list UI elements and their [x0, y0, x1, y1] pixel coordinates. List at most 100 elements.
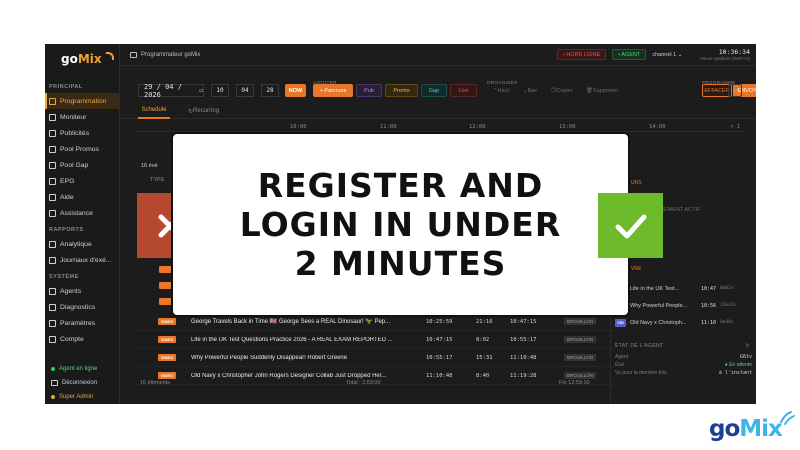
- sidebar-item-assistance[interactable]: Assistance: [45, 205, 119, 221]
- sidebar-item-label: Pool Gap: [60, 161, 89, 169]
- sidebar-item-journaux[interactable]: Journaux d'exé...: [45, 252, 119, 268]
- sidebar-item-pool-gap[interactable]: Pool Gap: [45, 157, 119, 173]
- sidebar-item-analytique[interactable]: Analytique: [45, 236, 119, 252]
- checkmark-icon: [598, 193, 663, 258]
- table-row[interactable]: VIDEO Why Powerful People Suddenly Disap…: [136, 349, 614, 367]
- move-down-button[interactable]: ⌄ Bas: [518, 84, 542, 97]
- sidebar-item-publicites[interactable]: Publicités: [45, 125, 119, 141]
- timeline-nav[interactable]: < 1: [730, 124, 740, 130]
- upcoming-item[interactable]: Life in the UK Test... 10:47 8m02s: [611, 280, 756, 297]
- channel-select[interactable]: channel 1 ⌄: [652, 52, 682, 58]
- row-end: 10:55:17: [510, 336, 537, 343]
- trash-icon: 🗑: [585, 87, 593, 94]
- sidebar-item-label: Agents: [60, 287, 82, 295]
- online-dot-icon: [51, 367, 55, 371]
- kv-key: Agent: [615, 354, 629, 360]
- sidebar-item-label: EPG: [60, 177, 75, 185]
- row-start: 10:25:59: [426, 318, 453, 325]
- table-footer: 16 éléments Total : 2:53:00 Fin 12:59:10: [136, 380, 614, 392]
- tab-recurring[interactable]: ↻ Recurring: [188, 103, 219, 119]
- add-gap-button[interactable]: Gap: [421, 84, 447, 97]
- status-badge: BROUILLON: [564, 336, 597, 343]
- user-icon: [49, 335, 56, 343]
- sidebar-item-pool-promos[interactable]: Pool Promos: [45, 141, 119, 157]
- upcoming-title: Life in the UK Test...: [630, 285, 680, 292]
- agent-online-status: Agent en ligne: [45, 362, 120, 376]
- kv-value: G6tv: [739, 354, 752, 360]
- move-up-button[interactable]: ⌃ Haut: [487, 84, 515, 97]
- timeline-tick: 10:00: [290, 124, 307, 130]
- role-dot-icon: [51, 395, 55, 399]
- timeline-ruler: 10:00 11:00 12:00 13:00 14:00 < 1: [136, 122, 745, 132]
- upcoming-duration: 8m40s: [720, 320, 734, 325]
- row-end: 11:19:28: [510, 372, 537, 379]
- more-options-button[interactable]: ···: [728, 84, 742, 97]
- sidebar-item-moniteur[interactable]: Moniteur: [45, 109, 119, 125]
- date-input[interactable]: 29 / 04 / 2026 ▭: [138, 82, 204, 99]
- add-live-button[interactable]: Live: [450, 84, 477, 97]
- brand-mix: Mix: [739, 416, 783, 442]
- logo-go: go: [61, 52, 78, 66]
- sidebar-item-label: Compte: [60, 335, 84, 343]
- sidebar-item-diagnostics[interactable]: Diagnostics: [45, 299, 119, 315]
- total-duration: Total : 2:53:00: [346, 380, 381, 386]
- agent-kv: État ● En attente: [611, 361, 756, 369]
- agent-kv: Agent G6tv: [611, 353, 756, 361]
- brand-go: go: [709, 416, 740, 442]
- upcoming-item[interactable]: VID Old Navy x Christoph... 11:10 8m40s: [611, 314, 756, 331]
- event-count: 16 évé: [141, 163, 158, 169]
- row-start: 10:55:17: [426, 354, 453, 361]
- add-parcours-button[interactable]: + Parcours: [313, 84, 353, 97]
- folder-icon: [130, 51, 137, 58]
- refresh-icon[interactable]: ↻: [745, 343, 750, 349]
- end-time: Fin 12:59:10: [559, 380, 590, 386]
- schedule-toolbar: 29 / 04 / 2026 ▭ 10 04 28 NOW AJOUTER + P…: [120, 67, 756, 103]
- ads-icon: [49, 129, 56, 137]
- minute-input[interactable]: 04: [236, 84, 254, 97]
- hour-input[interactable]: 10: [211, 84, 229, 97]
- move-up-label: Haut: [497, 87, 510, 94]
- brand-logo: go Mix: [709, 411, 795, 442]
- tab-schedule[interactable]: Schedule: [138, 103, 170, 119]
- add-promo-button[interactable]: Promo: [385, 84, 418, 97]
- row-start: 11:10:48: [426, 372, 453, 379]
- copy-button[interactable]: ❐ Copier: [546, 84, 578, 97]
- logout-button[interactable]: Déconnexion: [45, 376, 120, 390]
- sidebar-item-agents[interactable]: Agents: [45, 283, 119, 299]
- sidebar-item-label: Programmation: [60, 97, 107, 105]
- app-logo: go Mix: [45, 44, 119, 74]
- row-end: 11:10:48: [510, 354, 537, 361]
- kv-value: à l'instant: [718, 370, 752, 376]
- copy-label: Copier: [556, 87, 573, 94]
- row-title: Why Powerful People Suddenly Disappear! …: [191, 354, 348, 361]
- type-badge: VIDEO: [158, 318, 176, 325]
- now-button[interactable]: NOW: [285, 84, 306, 97]
- table-row[interactable]: VIDEO Life in the UK Test Questions Prac…: [136, 331, 614, 349]
- upcoming-item[interactable]: Why Powerful People... 10:56 15m31s: [611, 297, 756, 314]
- sidebar-item-programmation[interactable]: Programmation: [45, 93, 119, 109]
- sidebar-item-compte[interactable]: Compte: [45, 331, 119, 347]
- view-tabs: Schedule ↻ Recurring: [120, 103, 756, 119]
- item-count: 16 éléments: [140, 380, 170, 386]
- agent-icon: [49, 287, 56, 295]
- second-input[interactable]: 28: [261, 84, 279, 97]
- promo-card: REGISTER AND LOGIN IN UNDER 2 MINUTES: [171, 132, 630, 317]
- sidebar-item-label: Moniteur: [60, 113, 87, 121]
- wave-icon: [105, 52, 114, 60]
- sidebar-item-label: Journaux d'exé...: [60, 256, 112, 264]
- grid-icon: [49, 177, 56, 185]
- agent-online-label: Agent en ligne: [59, 366, 98, 372]
- promo-line-2: LOGIN IN UNDER: [239, 205, 562, 244]
- date-value: 29 / 04 / 2026: [144, 82, 182, 99]
- promo-line-1: REGISTER AND: [257, 166, 544, 205]
- timeline-tick: 13:00: [559, 124, 576, 130]
- sidebar-item-aide[interactable]: Aide: [45, 189, 119, 205]
- timeline-tick: 12:00: [469, 124, 486, 130]
- sidebar-item-label: Diagnostics: [60, 303, 96, 311]
- agent-state-title-text: ÉTAT DE L'AGENT: [615, 343, 664, 349]
- sidebar-item-epg[interactable]: EPG: [45, 173, 119, 189]
- sidebar-item-parametres[interactable]: Paramètres: [45, 315, 119, 331]
- add-pub-button[interactable]: Pub: [356, 84, 382, 97]
- sidebar-item-label: Publicités: [60, 129, 90, 137]
- delete-button[interactable]: 🗑 Supprimer: [582, 84, 622, 97]
